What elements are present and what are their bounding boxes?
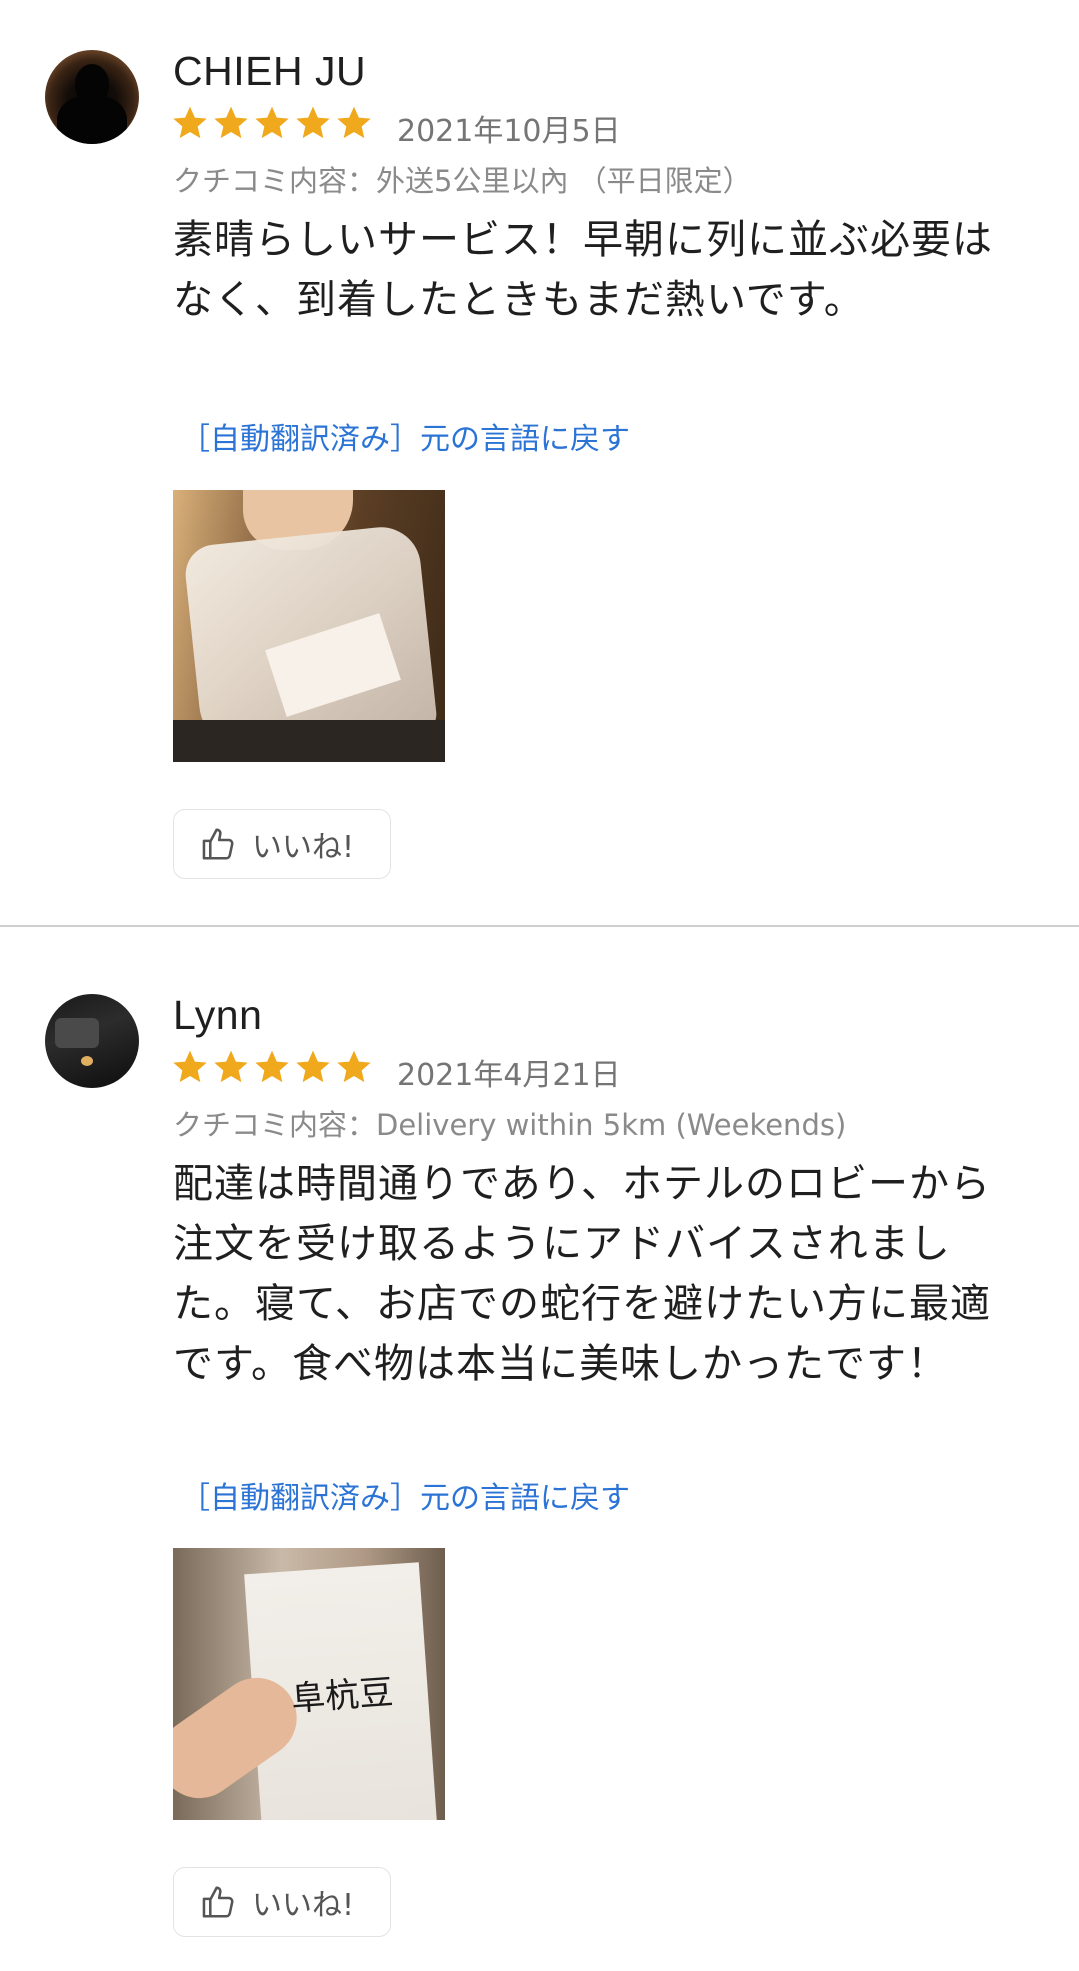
star-icon [211, 1047, 251, 1087]
review-text: 素晴らしいサービス！早朝に列に並ぶ必要はなく、到着したときもまだ熱いです。 [173, 217, 993, 323]
user-avatar[interactable] [45, 994, 139, 1088]
review-photo[interactable]: 阜杭豆 [173, 1548, 445, 1820]
star-rating [170, 103, 374, 143]
star-icon [293, 103, 333, 143]
star-icon [293, 1047, 333, 1087]
show-original-language-link[interactable]: ［自動翻訳済み］元の言語に戻す [180, 414, 630, 458]
user-avatar[interactable] [45, 50, 139, 144]
reviewer-name[interactable]: CHIEH JU [173, 48, 366, 95]
reviewer-name[interactable]: Lynn [173, 992, 262, 1039]
review-card: CHIEH JU 2021年10月5日 クチコミ内容：外送5公里以內 （平日限定… [0, 0, 1079, 926]
star-rating [170, 1047, 374, 1087]
star-icon [252, 103, 292, 143]
thumbs-up-icon [202, 1886, 234, 1918]
review-card: Lynn 2021年4月21日 クチコミ内容：Delivery within 5… [0, 928, 1079, 1971]
review-subject: クチコミ内容：外送5公里以內 （平日限定） [173, 164, 752, 198]
review-divider [0, 925, 1079, 927]
review-subject: クチコミ内容：Delivery within 5km (Weekends) [173, 1108, 847, 1142]
like-button[interactable]: いいね! [173, 809, 391, 879]
thumbs-up-icon [202, 828, 234, 860]
star-icon [170, 1047, 210, 1087]
like-label: いいね! [252, 830, 355, 865]
star-icon [170, 103, 210, 143]
review-date: 2021年10月5日 [397, 114, 621, 149]
review-date: 2021年4月21日 [397, 1058, 621, 1093]
avatar-light [81, 1056, 93, 1066]
review-text: 配達は時間通りであり、ホテルのロビーから注文を受け取るようにアドバイスされました… [173, 1161, 991, 1387]
star-icon [334, 1047, 374, 1087]
star-icon [211, 103, 251, 143]
photo-floor [173, 720, 445, 762]
like-button[interactable]: いいね! [173, 1867, 391, 1937]
like-label: いいね! [252, 1888, 355, 1923]
star-icon [252, 1047, 292, 1087]
avatar-silhouette-body [57, 96, 127, 144]
star-icon [334, 103, 374, 143]
show-original-language-link[interactable]: ［自動翻訳済み］元の言語に戻す [180, 1473, 630, 1517]
photo-bag-logo: 阜杭豆 [289, 1672, 395, 1720]
avatar-shape [55, 1018, 99, 1048]
review-photo[interactable] [173, 490, 445, 762]
